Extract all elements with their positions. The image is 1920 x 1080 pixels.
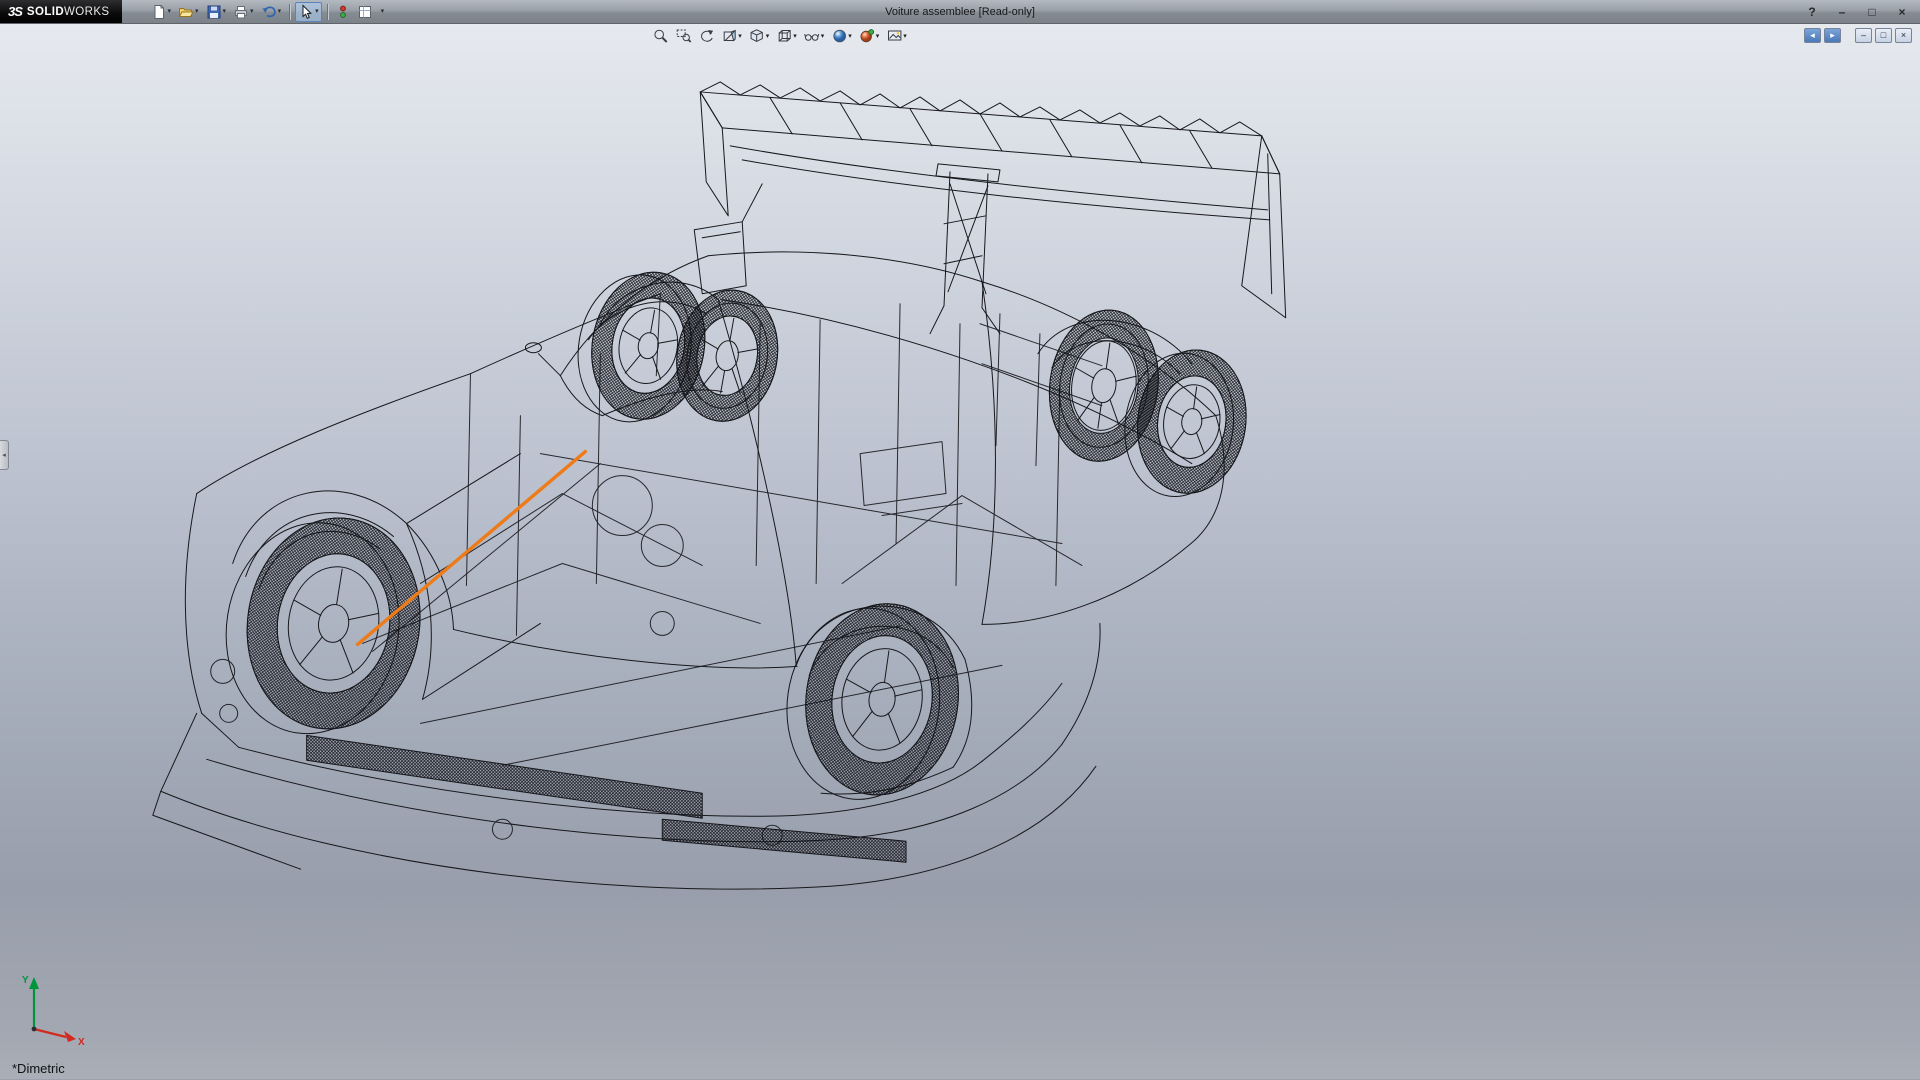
graphics-viewport[interactable]: ▾ ▾ ▾ ▾: [0, 24, 1920, 1079]
y-axis-arrow-icon: [29, 977, 39, 989]
zoom-to-fit-icon: [652, 28, 668, 44]
help-button[interactable]: ?: [1804, 1, 1820, 23]
open-icon: [178, 4, 194, 20]
y-axis-label: Y: [22, 975, 29, 986]
print-button[interactable]: ▾: [230, 2, 257, 22]
dassault-3s-logo-icon: 3S: [8, 4, 22, 19]
x-axis-label: X: [78, 1037, 85, 1048]
view-orientation-button[interactable]: ▾: [748, 27, 771, 45]
dropdown-caret-icon: ▾: [738, 33, 742, 40]
dropdown-caret-icon: ▾: [821, 33, 825, 40]
save-button[interactable]: ▾: [203, 2, 230, 22]
dropdown-caret-icon: ▾: [278, 8, 282, 15]
dropdown-caret-icon: ▾: [848, 33, 852, 40]
section-view-icon: [721, 28, 737, 44]
document-window-controls: ◂ ▸ – □ ×: [1804, 28, 1912, 43]
feature-panel-collapse-handle[interactable]: ◂: [0, 440, 9, 470]
undo-icon: [261, 4, 277, 20]
select-cursor-icon: [298, 4, 314, 20]
minimize-document-button[interactable]: –: [1855, 28, 1872, 43]
apply-scene-button[interactable]: ▾: [858, 27, 881, 45]
view-settings-button[interactable]: ▾: [885, 27, 908, 45]
dropdown-caret-icon: ▾: [223, 8, 227, 15]
hide-show-glasses-icon: [804, 28, 820, 44]
select-button[interactable]: ▾: [295, 2, 322, 22]
appearance-sphere-icon: [831, 28, 847, 44]
rear-wing: [700, 82, 1285, 334]
print-icon: [233, 4, 249, 20]
previous-view-button[interactable]: [697, 27, 715, 45]
sketch-sheet-icon: [357, 4, 373, 20]
dropdown-caret-icon: ▾: [793, 33, 797, 40]
undo-button[interactable]: ▾: [258, 2, 285, 22]
dropdown-caret-icon: ▾: [876, 33, 880, 40]
document-title: Voiture assemblee [Read-only]: [885, 0, 1035, 24]
display-style-button[interactable]: ▾: [775, 27, 798, 45]
dropdown-caret-icon: ▾: [250, 8, 254, 15]
zoom-to-fit-button[interactable]: [651, 27, 669, 45]
wheel-front-left: [211, 502, 435, 749]
mesh-panels: [307, 735, 906, 862]
collapse-arrow-icon: ◂: [2, 451, 6, 459]
toolbar-options-button[interactable]: ▾: [377, 2, 388, 22]
dropdown-caret-icon: ▾: [168, 8, 172, 15]
brand-works: WORKS: [64, 6, 109, 18]
orientation-label: *Dimetric: [12, 1061, 65, 1076]
section-view-button[interactable]: ▾: [720, 27, 743, 45]
new-document-icon: [151, 4, 167, 20]
brand-solid: SOLID: [27, 6, 64, 18]
title-bar: 3S SOLIDWORKS ▾ ▾ ▾: [0, 0, 1920, 24]
save-icon: [206, 4, 222, 20]
dropdown-caret-icon: ▾: [903, 33, 907, 40]
dropdown-caret-icon: ▾: [381, 8, 385, 15]
standard-toolbar: ▾ ▾ ▾ ▾: [148, 2, 388, 22]
new-document-button[interactable]: ▾: [148, 2, 175, 22]
dropdown-caret-icon: ▾: [195, 8, 199, 15]
open-button[interactable]: ▾: [175, 2, 202, 22]
toolbar-separator: [327, 4, 328, 20]
minimize-button[interactable]: –: [1834, 1, 1850, 23]
model-wireframe[interactable]: [0, 24, 1920, 1079]
solidworks-window: 3S SOLIDWORKS ▾ ▾ ▾: [0, 0, 1920, 1080]
view-orientation-cube-icon: [749, 28, 765, 44]
reference-triad: Y X: [12, 967, 90, 1051]
zoom-to-area-icon: [675, 28, 691, 44]
previous-document-button[interactable]: ◂: [1804, 28, 1821, 43]
sketch-sheet-button[interactable]: [354, 2, 376, 22]
close-document-button[interactable]: ×: [1895, 28, 1912, 43]
edit-appearance-button[interactable]: ▾: [830, 27, 853, 45]
zoom-to-area-button[interactable]: [674, 27, 692, 45]
solidworks-logo: 3S SOLIDWORKS: [0, 0, 122, 23]
dropdown-caret-icon: ▾: [315, 8, 319, 15]
display-style-icon: [776, 28, 792, 44]
maximize-button[interactable]: □: [1864, 1, 1880, 23]
hide-show-items-button[interactable]: ▾: [803, 27, 826, 45]
selection-filter-button[interactable]: [333, 2, 353, 22]
dropdown-caret-icon: ▾: [766, 33, 770, 40]
toolbar-separator: [289, 4, 290, 20]
restore-document-button[interactable]: □: [1875, 28, 1892, 43]
selection-filter-icon: [336, 4, 350, 20]
heads-up-view-toolbar: ▾ ▾ ▾ ▾: [651, 27, 908, 45]
view-settings-eye-icon: [886, 28, 902, 44]
window-controls: ? – □ ×: [1804, 1, 1920, 23]
wheel-rear-left: [775, 591, 971, 812]
previous-view-icon: [698, 28, 714, 44]
apply-scene-icon: [859, 28, 875, 44]
next-document-button[interactable]: ▸: [1824, 28, 1841, 43]
close-button[interactable]: ×: [1894, 1, 1910, 23]
